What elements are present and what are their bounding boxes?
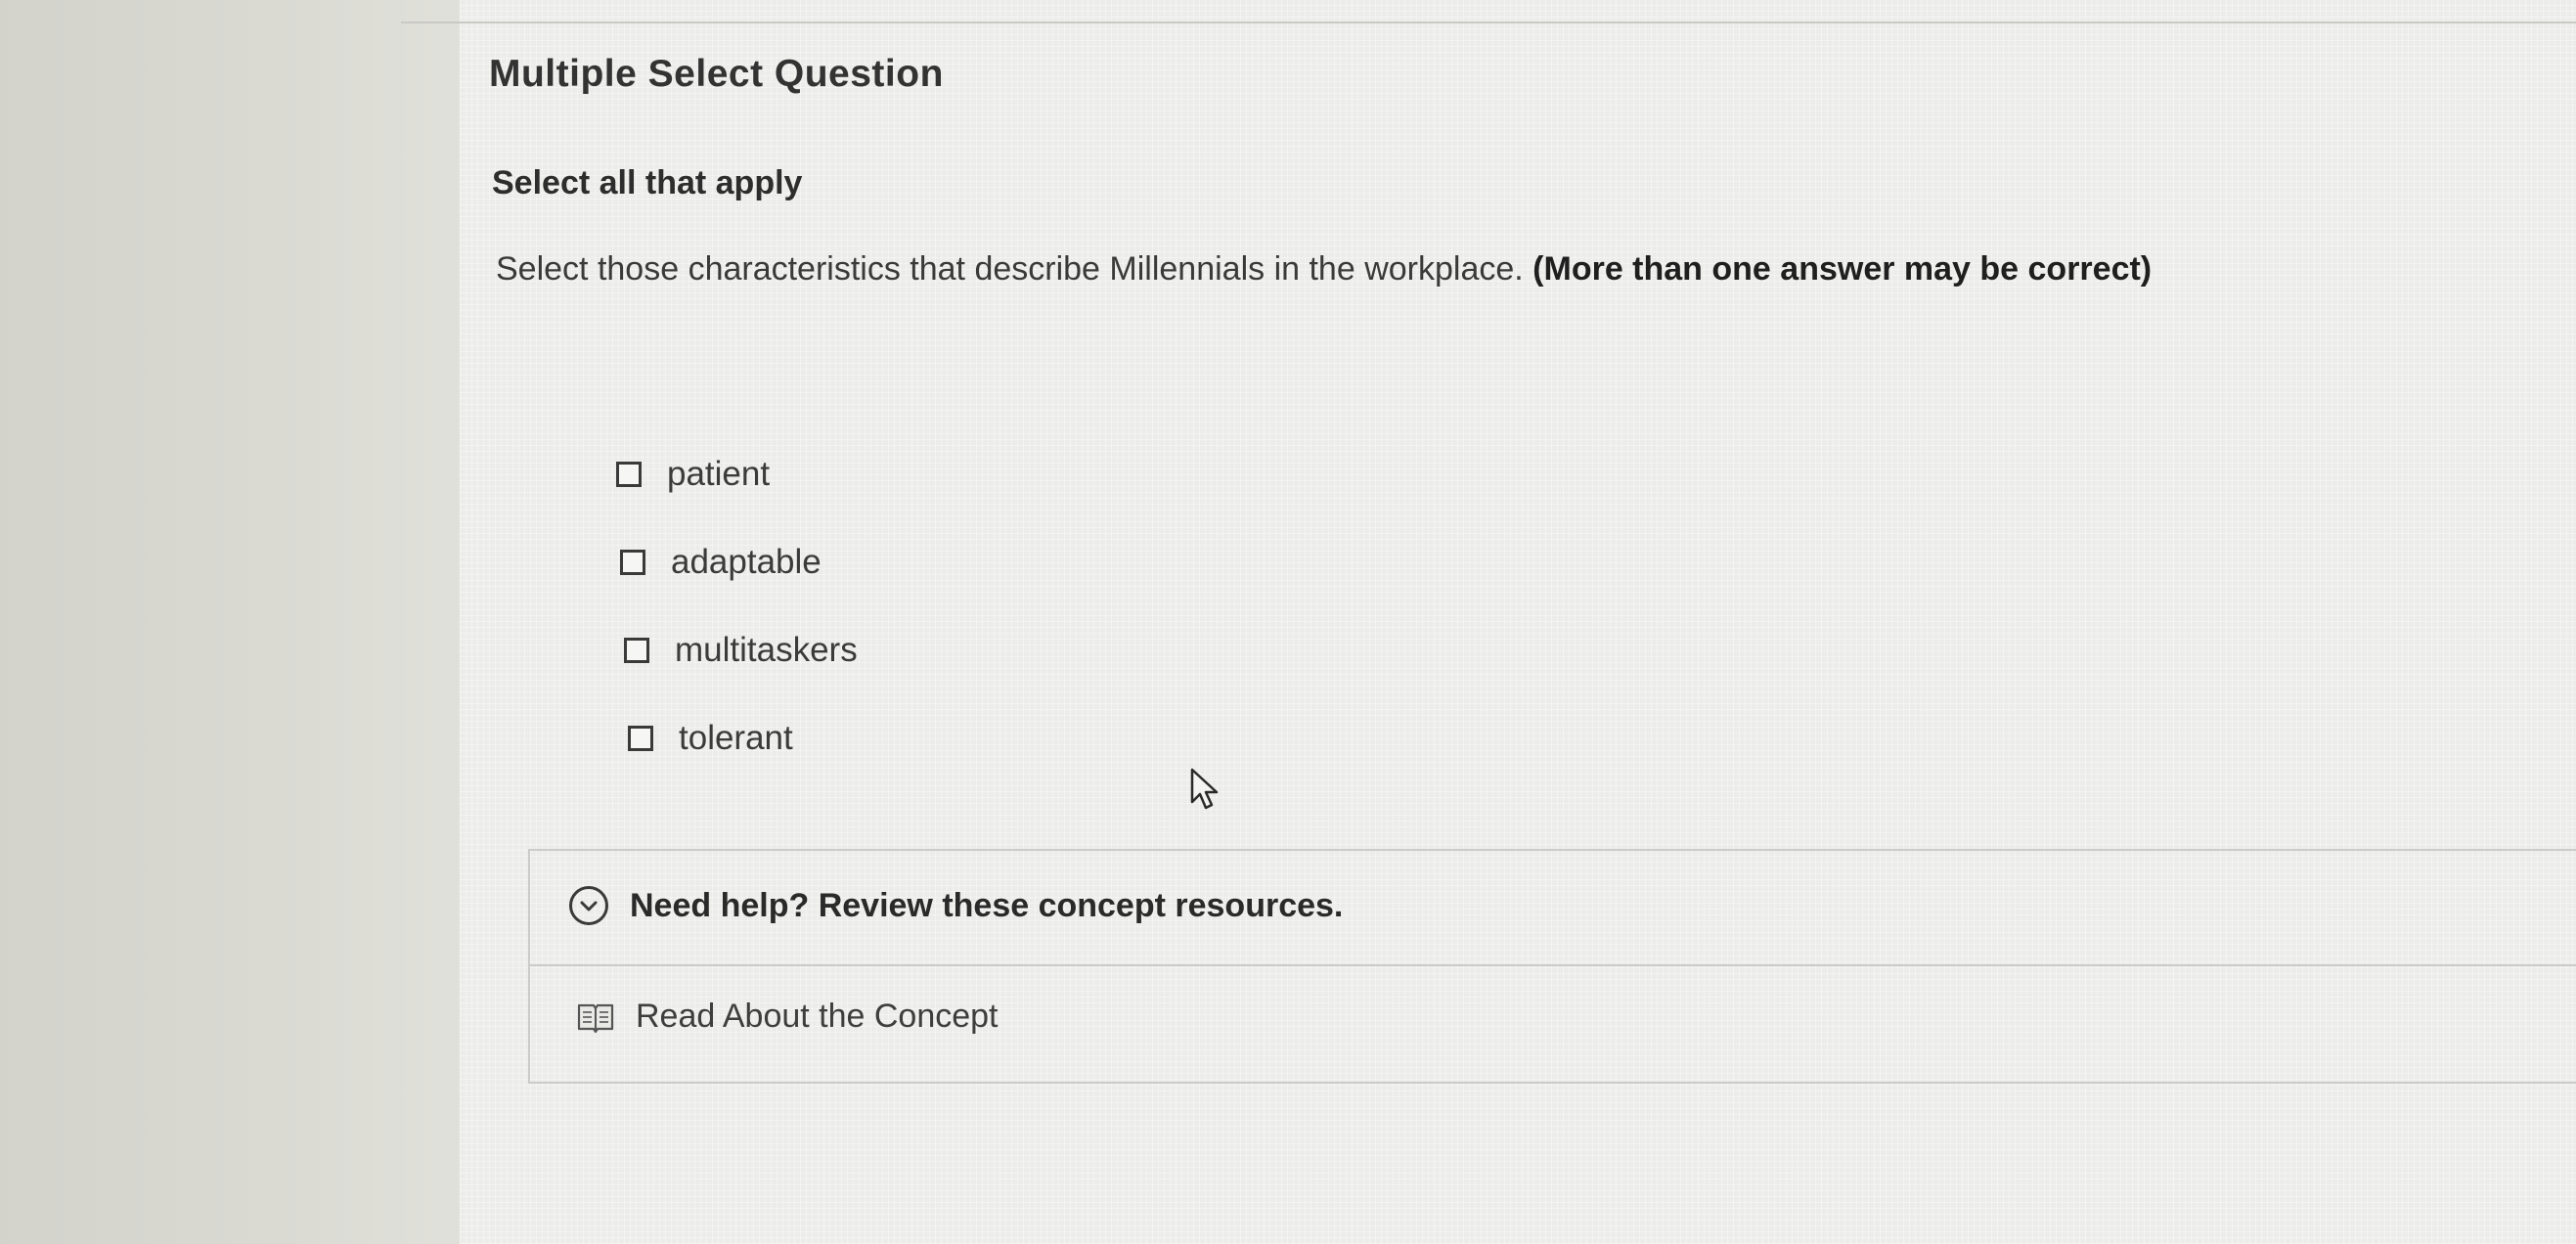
concept-resources-toggle[interactable]: Need help? Review these concept resource… (569, 886, 1343, 925)
prompt-emphasis: (More than one answer may be correct) (1532, 250, 2153, 288)
answer-label: patient (667, 455, 771, 493)
answer-option[interactable]: multitaskers (624, 606, 858, 694)
resource-label: Read About the Concept (636, 998, 999, 1035)
mouse-pointer-icon (1190, 768, 1219, 810)
question-type-heading: Multiple Select Question (489, 53, 944, 95)
concept-resources-title: Need help? Review these concept resource… (630, 886, 1344, 924)
read-about-concept-link[interactable]: Read About the Concept (577, 998, 999, 1036)
answer-checkbox[interactable] (616, 462, 642, 487)
answer-option[interactable]: tolerant (628, 694, 858, 782)
top-divider (401, 22, 2576, 23)
answer-option[interactable]: adaptable (620, 518, 858, 606)
answer-checkbox[interactable] (624, 638, 649, 663)
book-icon (577, 1003, 614, 1033)
answer-label: multitaskers (675, 631, 858, 669)
answer-checkbox[interactable] (620, 550, 645, 575)
answer-label: adaptable (671, 543, 822, 581)
question-prompt: Select those characteristics that descri… (496, 250, 2152, 289)
answer-checkbox[interactable] (628, 726, 653, 751)
answer-option[interactable]: patient (616, 430, 858, 518)
chevron-down-circle-icon (569, 886, 608, 925)
left-margin (0, 0, 469, 1244)
answer-label: tolerant (679, 719, 793, 757)
concept-resources-panel: Need help? Review these concept resource… (528, 849, 2576, 1084)
panel-divider (530, 964, 2576, 966)
answer-options: patient adaptable multitaskers tolerant (616, 430, 858, 782)
question-instruction: Select all that apply (492, 164, 803, 201)
prompt-text: Select those characteristics that descri… (496, 250, 1533, 288)
